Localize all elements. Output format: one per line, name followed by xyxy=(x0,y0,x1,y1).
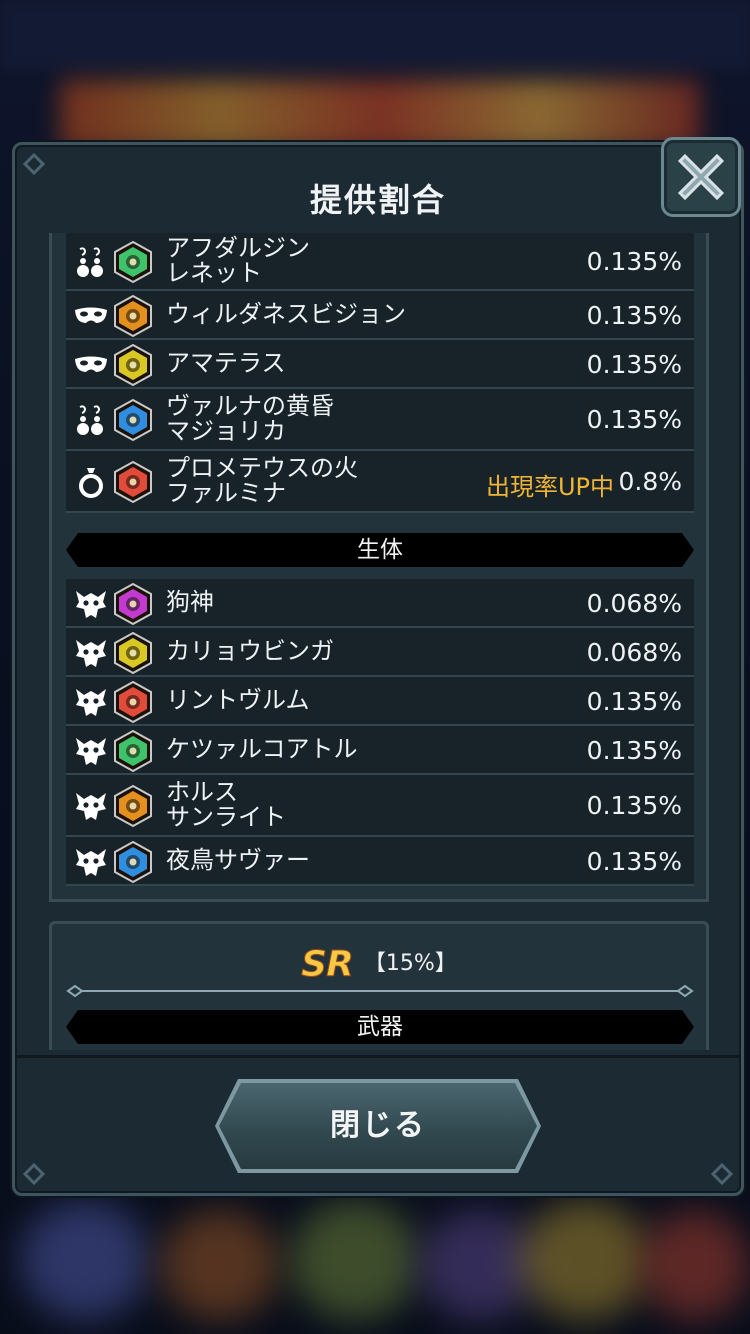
drop-rate: 0.135% xyxy=(586,300,682,330)
earrings-icon xyxy=(74,245,108,279)
sr-panel: SR 【15%】 武器 xyxy=(49,921,709,1050)
drop-rate: 0.068% xyxy=(586,588,682,618)
wind-element-icon xyxy=(112,240,154,284)
fire-element-icon xyxy=(112,680,154,723)
beast-head-icon xyxy=(74,685,108,719)
wind-element-icon xyxy=(112,729,154,772)
water-element-icon xyxy=(112,398,154,442)
corner-ornament-icon xyxy=(23,1163,45,1185)
item-name: ホルス サンライト xyxy=(166,778,286,831)
light-element-icon xyxy=(112,631,154,674)
ssr-panel: アフダルジン レネット 0.135% ウィルダネスビジョン 0.135% アマテラス 0.… xyxy=(49,233,709,902)
beast-head-icon xyxy=(74,587,108,621)
sr-badge: SR xyxy=(301,944,355,986)
beast-head-icon xyxy=(74,845,108,879)
drop-rate: 0.068% xyxy=(586,637,682,667)
drop-rate: 0.135% xyxy=(586,247,682,276)
drop-rate: 0.135% xyxy=(586,686,682,716)
list-item: ケツァルコアトル 0.135% xyxy=(66,726,694,775)
item-name: プロメテウスの火 ファルミナ xyxy=(166,454,358,507)
light-element-icon xyxy=(112,343,154,386)
drop-rate: 0.135% xyxy=(586,349,682,379)
corner-ornament-icon xyxy=(711,1163,733,1185)
list-item: ホルス サンライト 0.135% xyxy=(66,775,694,837)
item-name: アフダルジン レネット xyxy=(166,234,310,287)
rate-list-scroll[interactable]: アフダルジン レネット 0.135% ウィルダネスビジョン 0.135% アマテラス 0.… xyxy=(49,233,709,1050)
list-item: アフダルジン レネット 0.135% xyxy=(66,233,694,291)
drop-rate: 0.135% xyxy=(586,846,682,876)
list-item: アマテラス 0.135% xyxy=(66,340,694,389)
list-item: 夜鳥サヴァー 0.135% xyxy=(66,837,694,886)
rarity-percent: 【15%】 xyxy=(363,951,457,976)
list-item: リントヴルム 0.135% xyxy=(66,677,694,726)
item-name: ケツァルコアトル xyxy=(166,735,358,763)
item-name: リントヴルム xyxy=(166,686,310,714)
water-element-icon xyxy=(112,840,154,883)
item-name: 狗神 xyxy=(166,588,214,616)
beast-head-icon xyxy=(74,734,108,768)
list-item: ウィルダネスビジョン 0.135% xyxy=(66,291,694,340)
ornamental-divider-icon xyxy=(66,984,694,998)
close-icon xyxy=(677,153,725,201)
dark-element-icon xyxy=(112,582,154,625)
fire-element-icon xyxy=(112,460,154,504)
list-item: プロメテウスの火 ファルミナ 出現率UP中 0.8% xyxy=(66,451,694,513)
item-name: カリョウビンガ xyxy=(166,637,334,665)
close-x-button[interactable] xyxy=(661,137,741,217)
list-item: カリョウビンガ 0.068% xyxy=(66,628,694,677)
list-item: 狗神 0.068% xyxy=(66,579,694,628)
item-name: ヴァルナの黄昏 マジョリカ xyxy=(166,392,334,445)
item-name: ウィルダネスビジョン xyxy=(166,300,406,328)
drop-rate: 0.135% xyxy=(586,735,682,765)
ring-icon xyxy=(74,465,108,499)
beast-head-icon xyxy=(74,789,108,823)
drop-rate: 0.135% xyxy=(586,791,682,820)
rate-up-label: 出現率UP中 xyxy=(485,473,614,501)
drop-rate: 0.135% xyxy=(586,405,682,434)
earth-element-icon xyxy=(112,294,154,337)
dialog-title: 提供割合 xyxy=(309,181,446,219)
beast-head-icon xyxy=(74,636,108,670)
list-item: ヴァルナの黄昏 マジョリカ 0.135% xyxy=(66,389,694,451)
close-button[interactable]: 閉じる xyxy=(219,1083,537,1169)
corner-ornament-icon xyxy=(23,153,45,175)
drop-rate: 0.8% xyxy=(618,467,682,496)
earth-element-icon xyxy=(112,784,154,828)
earrings-icon xyxy=(74,403,108,437)
section-header-creature: 生体 xyxy=(66,533,694,567)
section-header-weapon: 武器 xyxy=(66,1010,694,1044)
mask-icon xyxy=(74,348,108,382)
item-name: 夜鳥サヴァー xyxy=(166,846,310,874)
item-name: アマテラス xyxy=(166,349,286,377)
mask-icon xyxy=(74,299,108,333)
rate-dialog: 提供割合 アフダルジン レネット 0.135% ウィルダネスビジョン 0.135% アマ… xyxy=(12,137,744,1196)
rarity-header: SR 【15%】 xyxy=(52,944,706,986)
